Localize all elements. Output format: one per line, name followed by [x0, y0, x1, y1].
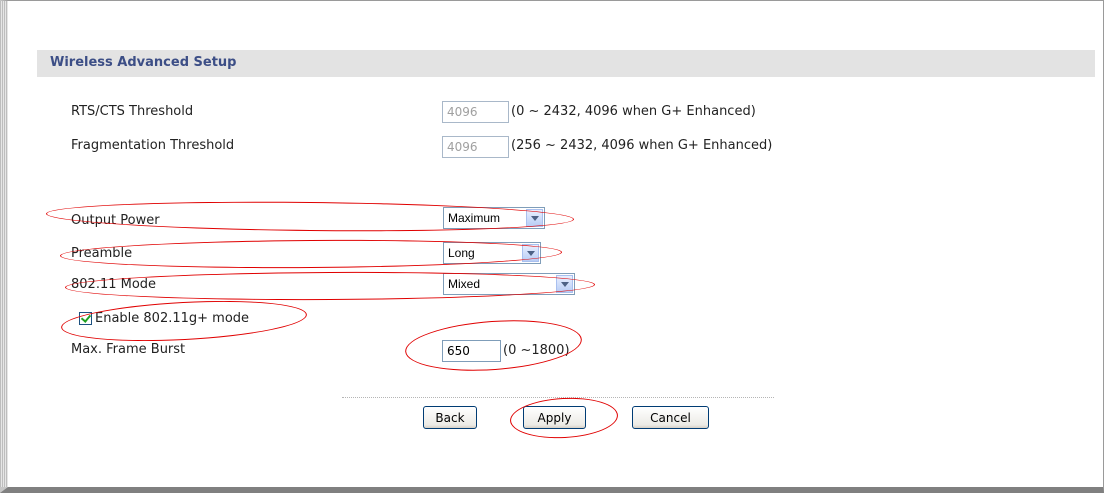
output-power-value: Maximum	[448, 211, 501, 225]
chevron-down-icon[interactable]	[556, 275, 573, 293]
preamble-value: Long	[448, 246, 475, 260]
mode-value: Mixed	[448, 277, 481, 291]
mode-select[interactable]: Mixed	[443, 273, 575, 295]
frame-burst-hint: (0 ~1800)	[503, 343, 570, 358]
fragmentation-threshold-label: Fragmentation Threshold	[71, 138, 235, 153]
enable-gplus-label: Enable 802.11g+ mode	[95, 311, 250, 326]
output-power-select[interactable]: Maximum	[443, 207, 545, 229]
frame-burst-input[interactable]: 650	[442, 340, 501, 362]
back-button[interactable]: Back	[423, 406, 477, 429]
apply-button[interactable]: Apply	[523, 406, 586, 429]
rts-threshold-label: RTS/CTS Threshold	[71, 104, 194, 119]
fragmentation-threshold-hint: (256 ~ 2432, 4096 when G+ Enhanced)	[511, 138, 773, 153]
chevron-down-icon[interactable]	[522, 244, 539, 262]
cancel-button[interactable]: Cancel	[632, 406, 709, 429]
preamble-label: Preamble	[71, 246, 133, 261]
fragmentation-threshold-input[interactable]: 4096	[442, 136, 509, 158]
mode-label: 802.11 Mode	[71, 277, 157, 292]
rts-threshold-hint: (0 ~ 2432, 4096 when G+ Enhanced)	[511, 104, 756, 119]
chevron-down-icon[interactable]	[526, 209, 543, 227]
enable-gplus-checkbox[interactable]	[79, 312, 92, 325]
section-title: Wireless Advanced Setup	[50, 55, 237, 70]
frame-burst-label: Max. Frame Burst	[71, 342, 186, 357]
preamble-select[interactable]: Long	[443, 242, 541, 264]
output-power-label: Output Power	[71, 213, 160, 228]
rts-threshold-input[interactable]: 4096	[442, 101, 509, 123]
button-separator	[342, 397, 774, 398]
